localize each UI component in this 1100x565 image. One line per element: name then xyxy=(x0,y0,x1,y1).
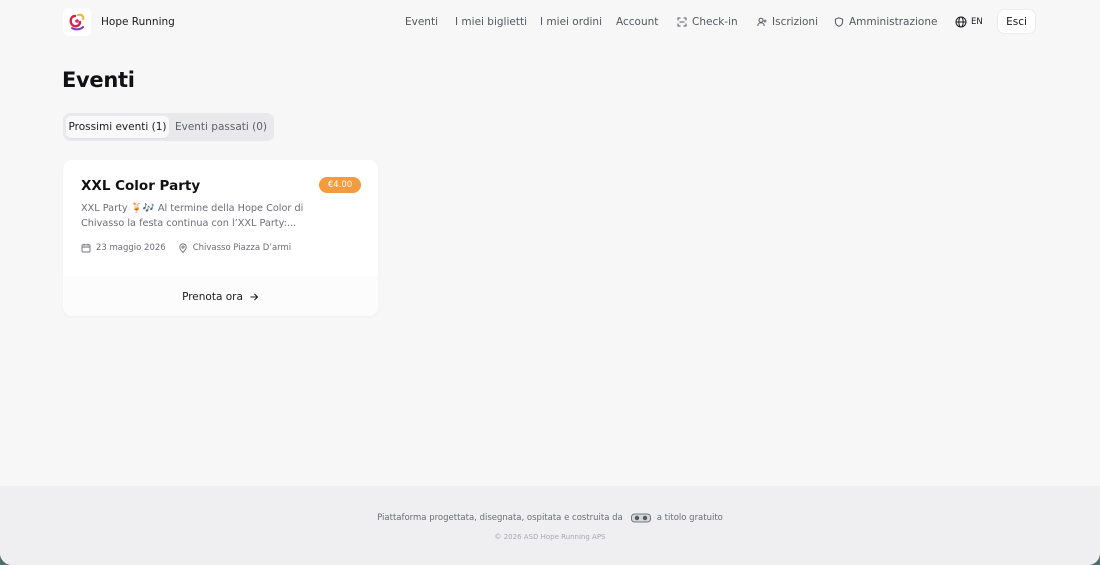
event-location: Chivasso Piazza D’armi xyxy=(178,243,291,253)
user-plus-icon xyxy=(757,17,767,27)
arrow-right-icon xyxy=(250,293,259,301)
event-date: 23 maggio 2026 xyxy=(81,243,166,253)
hope-running-logo xyxy=(63,8,91,36)
calendar-icon xyxy=(81,243,91,253)
nav-label: Eventi xyxy=(405,16,438,28)
nav-label: I miei biglietti xyxy=(455,16,527,28)
nav-item-miei-biglietti[interactable]: I miei biglietti xyxy=(455,14,527,30)
nav-label: Amministrazione xyxy=(849,16,938,28)
shield-icon xyxy=(834,17,844,27)
scan-icon xyxy=(677,17,687,27)
nav-label: Iscrizioni xyxy=(772,16,818,28)
tab-upcoming-events[interactable]: Prossimi eventi (1) xyxy=(66,116,169,138)
app-window: Hope Running Eventi I miei biglietti I m… xyxy=(0,0,1100,565)
language-label: EN xyxy=(971,17,983,27)
brand-name: Hope Running xyxy=(101,16,175,28)
map-pin-icon xyxy=(179,243,187,253)
event-card: XXL Color Party €4.00 XXL Party 🍹🎶 Al te… xyxy=(63,160,378,316)
book-now-button[interactable]: Prenota ora xyxy=(63,289,378,305)
footer-credit: Piattaforma progettata, disegnata, ospit… xyxy=(0,510,1100,526)
copyright: © 2026 ASD Hope Running APS xyxy=(494,533,606,541)
footer-text-after: a titolo gratuito xyxy=(656,513,723,523)
nav-item-eventi[interactable]: Eventi xyxy=(405,14,438,30)
event-location-text: Chivasso Piazza D’armi xyxy=(192,243,292,253)
nav-item-account[interactable]: Account xyxy=(616,14,658,30)
nav-item-miei-ordini[interactable]: I miei ordini xyxy=(540,14,602,30)
event-tabs: Prossimi eventi (1) Eventi passati (0) xyxy=(63,113,274,141)
logout-button[interactable]: Esci xyxy=(997,9,1036,34)
nav-label: Account xyxy=(616,16,659,28)
nav-label: Check-in xyxy=(692,16,738,28)
nav-label: I miei ordini xyxy=(540,16,603,28)
builder-logo-icon[interactable] xyxy=(630,512,651,524)
nav-item-check-in[interactable]: Check-in xyxy=(677,14,738,30)
price-badge: €4.00 xyxy=(319,177,361,193)
page-title: Eventi xyxy=(62,68,135,92)
book-now-label: Prenota ora xyxy=(182,291,243,303)
footer-text-before: Piattaforma progettata, disegnata, ospit… xyxy=(377,513,623,523)
page-footer: Piattaforma progettata, disegnata, ospit… xyxy=(0,486,1100,565)
language-switch[interactable]: EN xyxy=(955,14,983,30)
brand[interactable]: Hope Running xyxy=(63,8,175,36)
tab-past-events[interactable]: Eventi passati (0) xyxy=(171,116,271,138)
top-navbar: Hope Running Eventi I miei biglietti I m… xyxy=(0,0,1100,44)
globe-icon xyxy=(955,16,967,28)
event-date-text: 23 maggio 2026 xyxy=(96,243,166,253)
nav-item-amministrazione[interactable]: Amministrazione xyxy=(834,14,937,30)
card-footer: Prenota ora xyxy=(63,276,378,316)
event-description: XXL Party 🍹🎶 Al termine della Hope Color… xyxy=(81,203,304,229)
event-title[interactable]: XXL Color Party xyxy=(81,178,200,194)
nav-item-iscrizioni[interactable]: Iscrizioni xyxy=(757,14,818,30)
event-meta: 23 maggio 2026 Chivasso Piazza D’armi xyxy=(81,241,303,255)
